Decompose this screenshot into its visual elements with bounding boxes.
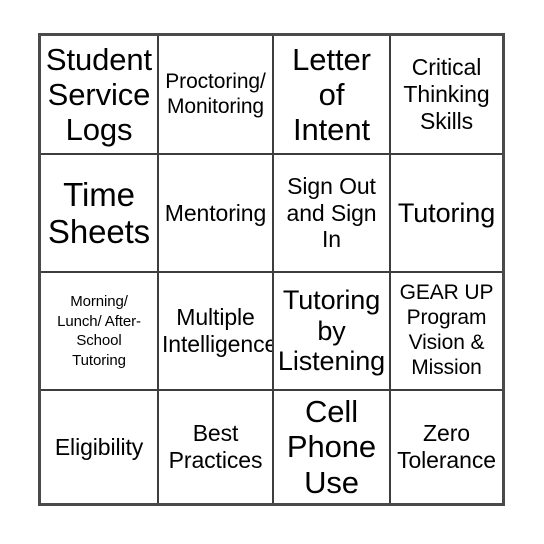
bingo-cell-label: GEAR UP Program Vision & Mission <box>399 281 494 379</box>
bingo-cell-label: Proctoring/ Monitoring <box>165 69 266 118</box>
bingo-cell[interactable]: Multiple Intelligence <box>159 273 274 391</box>
bingo-cell[interactable]: Cell Phone Use <box>274 391 391 503</box>
bingo-cell[interactable]: Mentoring <box>159 155 274 273</box>
bingo-cell-label: Best Practices <box>168 420 263 473</box>
bingo-cell-label: Tutoring <box>397 197 496 228</box>
bingo-cell-label: Zero Tolerance <box>397 420 496 473</box>
bingo-cell[interactable]: GEAR UP Program Vision & Mission <box>391 273 502 391</box>
bingo-cell-label: Tutoring by Listening <box>277 284 386 377</box>
bingo-cell-label: Critical Thinking Skills <box>403 54 490 134</box>
bingo-cell-label: Morning/ Lunch/ After- School Tutoring <box>57 293 141 369</box>
bingo-cell[interactable]: Eligibility <box>41 391 159 503</box>
bingo-cell[interactable]: Letter of Intent <box>274 36 391 155</box>
bingo-cell-label: Time Sheets <box>47 175 151 250</box>
bingo-cell[interactable]: Sign Out and Sign In <box>274 155 391 273</box>
bingo-cell-label: Cell Phone Use <box>286 394 377 500</box>
bingo-cell-label: Student Service Logs <box>45 41 153 147</box>
bingo-cell[interactable]: Critical Thinking Skills <box>391 36 502 155</box>
bingo-cell[interactable]: Tutoring by Listening <box>274 273 391 391</box>
bingo-cell-label: Mentoring <box>164 199 267 226</box>
bingo-cell[interactable]: Tutoring <box>391 155 502 273</box>
bingo-cell-label: Eligibility <box>54 433 144 460</box>
bingo-cell[interactable]: Time Sheets <box>41 155 159 273</box>
bingo-cell[interactable]: Best Practices <box>159 391 274 503</box>
bingo-cell[interactable]: Zero Tolerance <box>391 391 502 503</box>
bingo-cell[interactable]: Student Service Logs <box>41 36 159 155</box>
bingo-cell[interactable]: Morning/ Lunch/ After- School Tutoring <box>41 273 159 391</box>
bingo-cell-label: Letter of Intent <box>292 41 371 147</box>
bingo-cell-label: Multiple Intelligence <box>162 304 274 357</box>
bingo-card-grid: Student Service Logs Proctoring/ Monitori… <box>38 33 505 506</box>
bingo-cell[interactable]: Proctoring/ Monitoring <box>159 36 274 155</box>
bingo-cell-label: Sign Out and Sign In <box>286 172 377 253</box>
